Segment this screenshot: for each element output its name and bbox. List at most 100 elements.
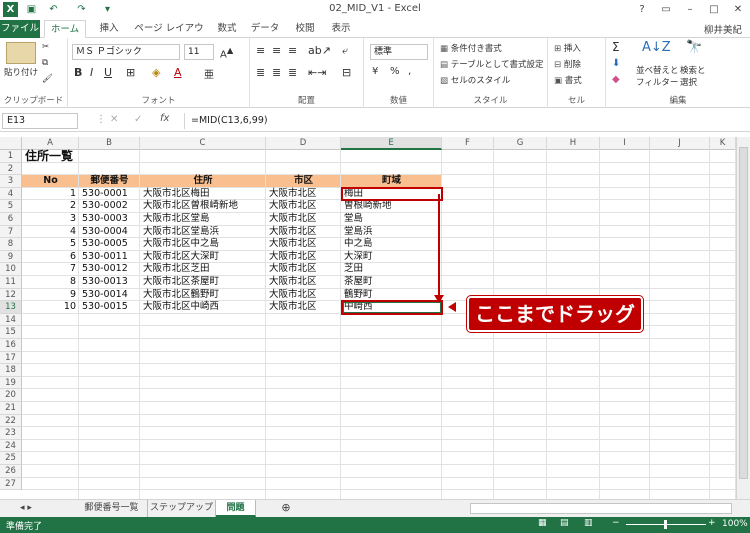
user-name[interactable]: 柳井美紀 <box>704 22 742 36</box>
percent-icon[interactable]: % <box>390 66 400 77</box>
sheet-title[interactable]: 住所一覧 <box>25 150 73 163</box>
row-header-26[interactable]: 26 <box>0 465 22 478</box>
help-icon[interactable]: ? <box>630 0 654 20</box>
border-icon[interactable]: ⊞ <box>126 66 135 79</box>
table-cell[interactable]: 大阪市北区堂島 <box>143 213 210 226</box>
insert-cells-button[interactable]: ⊞ 挿入 <box>554 42 581 54</box>
tab-page-layout[interactable]: ページ レイアウト <box>130 20 208 52</box>
formula-input[interactable]: =MID(C13,6,99) <box>184 113 744 129</box>
merge-icon[interactable]: ⊟ <box>342 66 351 79</box>
column-header-c[interactable]: C <box>140 137 266 150</box>
autosum-icon[interactable]: Σ <box>612 40 620 54</box>
table-cell[interactable]: 530-0002 <box>82 200 128 213</box>
view-pagebreak-icon[interactable]: ▥ <box>584 518 593 528</box>
row-header-11[interactable]: 11 <box>0 276 22 289</box>
column-header-b[interactable]: B <box>79 137 140 150</box>
zoom-in-icon[interactable]: + <box>708 518 716 528</box>
table-cell[interactable]: 4 <box>22 226 76 239</box>
delete-cells-button[interactable]: ⊟ 削除 <box>554 58 581 70</box>
table-cell[interactable]: 530-0011 <box>82 251 128 264</box>
bold-icon[interactable]: B <box>74 66 82 79</box>
row-header-2[interactable]: 2 <box>0 162 22 176</box>
table-cell[interactable]: 大阪市北区 <box>269 188 317 201</box>
sheet-tab-postal-list[interactable]: 郵便番号一覧 <box>76 500 148 517</box>
table-cell[interactable]: 7 <box>22 263 76 276</box>
close-icon[interactable]: ✕ <box>726 0 750 20</box>
header-cell-4[interactable]: 町域 <box>341 175 442 187</box>
table-cell[interactable]: 芝田 <box>344 263 363 276</box>
conditional-format-button[interactable]: ▦ 条件付き書式 <box>440 42 502 54</box>
table-cell[interactable]: 大阪市北区 <box>269 200 317 213</box>
comma-icon[interactable]: , <box>408 66 411 77</box>
zoom-slider-thumb[interactable] <box>664 520 667 529</box>
font-size-select[interactable]: 11 <box>184 44 214 60</box>
table-cell[interactable]: 3 <box>22 213 76 226</box>
table-cell[interactable]: 530-0012 <box>82 263 128 276</box>
row-header-10[interactable]: 10 <box>0 263 22 276</box>
enter-icon[interactable]: ✓ <box>134 114 142 125</box>
view-normal-icon[interactable]: ▦ <box>538 518 547 528</box>
insert-function-icon[interactable]: fx <box>160 113 169 124</box>
font-name-select[interactable]: ＭＳ Ｐゴシック <box>72 44 180 60</box>
orientation-icon[interactable]: ab↗ <box>308 44 331 57</box>
header-cell-0[interactable]: No <box>22 175 79 187</box>
table-cell[interactable]: 大阪市北区茶屋町 <box>143 276 219 289</box>
table-cell[interactable]: 大阪市北区梅田 <box>143 188 210 201</box>
align-right-icon[interactable]: ≣ <box>288 66 297 79</box>
header-cell-1[interactable]: 郵便番号 <box>79 175 140 187</box>
table-cell[interactable]: 530-0004 <box>82 226 128 239</box>
tab-home[interactable]: ホーム <box>44 20 86 38</box>
new-sheet-icon[interactable]: ⊕ <box>276 500 296 517</box>
table-cell[interactable]: 8 <box>22 276 76 289</box>
row-header-3[interactable]: 3 <box>0 175 22 188</box>
format-cells-button[interactable]: ▣ 書式 <box>554 74 582 86</box>
filter-button[interactable]: フィルター <box>636 76 678 88</box>
currency-icon[interactable]: ¥ <box>372 66 378 77</box>
table-cell[interactable]: 大阪市北区堂島浜 <box>143 226 219 239</box>
align-bottom-icon[interactable]: ≡ <box>288 44 297 57</box>
tab-formulas[interactable]: 数式 <box>212 20 242 38</box>
row-header-20[interactable]: 20 <box>0 389 22 402</box>
tab-review[interactable]: 校閲 <box>290 20 320 38</box>
tab-insert[interactable]: 挿入 <box>92 20 126 38</box>
format-as-table-button[interactable]: ▤ テーブルとして書式設定 <box>440 58 543 70</box>
select-all-corner[interactable] <box>0 137 22 150</box>
table-cell[interactable]: 大阪市北区大深町 <box>143 251 219 264</box>
table-cell[interactable]: 530-0001 <box>82 188 128 201</box>
table-cell[interactable]: 中之島 <box>344 238 373 251</box>
table-cell[interactable]: 大阪市北区 <box>269 276 317 289</box>
row-header-16[interactable]: 16 <box>0 339 22 352</box>
table-cell[interactable]: 大阪市北区 <box>269 301 317 314</box>
align-middle-icon[interactable]: ≡ <box>272 44 281 57</box>
table-cell[interactable]: 大阪市北区 <box>269 289 317 302</box>
table-cell[interactable]: 530-0013 <box>82 276 128 289</box>
table-cell[interactable]: 曽根崎新地 <box>344 200 392 213</box>
table-cell[interactable]: 堂島浜 <box>344 226 373 239</box>
column-header-e[interactable]: E <box>341 137 442 150</box>
column-header-g[interactable]: G <box>494 137 547 150</box>
table-cell[interactable]: 大阪市北区 <box>269 238 317 251</box>
cell-styles-button[interactable]: ▧ セルのスタイル <box>440 74 510 86</box>
sheet-tab-problem[interactable]: 問題 <box>216 500 256 517</box>
font-grow-icon[interactable]: A▲ <box>220 45 233 60</box>
row-header-17[interactable]: 17 <box>0 351 22 365</box>
row-header-15[interactable]: 15 <box>0 326 22 339</box>
number-format-select[interactable]: 標準 <box>370 44 428 60</box>
table-cell[interactable]: 9 <box>22 289 76 302</box>
column-header-k[interactable]: K <box>710 137 736 150</box>
table-cell[interactable]: 10 <box>22 301 76 314</box>
table-cell[interactable]: 大阪市北区 <box>269 251 317 264</box>
table-cell[interactable]: 大阪市北区曽根崎新地 <box>143 200 238 213</box>
minimize-icon[interactable]: – <box>678 0 702 20</box>
row-header-7[interactable]: 7 <box>0 225 22 239</box>
table-cell[interactable]: 1 <box>22 188 76 201</box>
view-layout-icon[interactable]: ▤ <box>560 518 569 528</box>
table-cell[interactable]: 大阪市北区 <box>269 213 317 226</box>
vertical-scrollbar[interactable] <box>736 137 750 499</box>
copy-icon[interactable]: ⧉ <box>42 58 48 68</box>
fill-icon[interactable]: ⬇ <box>612 58 620 69</box>
name-box[interactable]: E13 <box>2 113 78 129</box>
table-cell[interactable]: 大阪市北区鶴野町 <box>143 289 219 302</box>
format-painter-icon[interactable]: 🖌 <box>42 74 53 84</box>
indent-icon[interactable]: ⇤⇥ <box>308 66 326 79</box>
